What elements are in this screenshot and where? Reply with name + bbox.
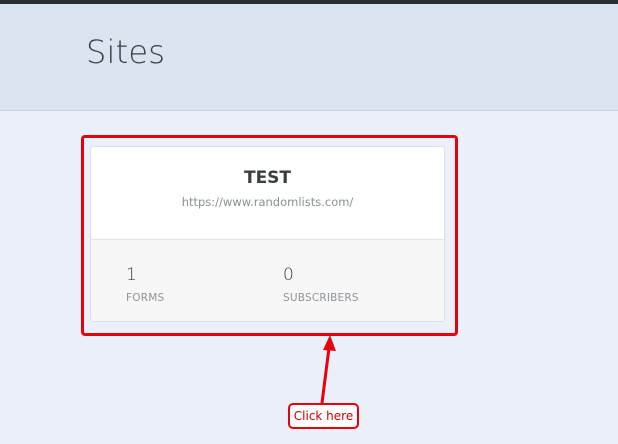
arrow-head-icon <box>323 335 336 351</box>
forms-stat: 1 FORMS <box>126 264 164 304</box>
page-header: Sites <box>0 4 618 111</box>
subscribers-count: 0 <box>283 265 294 285</box>
page-title: Sites <box>86 33 166 71</box>
subscribers-stat: 0 SUBSCRIBERS <box>283 264 359 304</box>
arrow-shaft <box>320 347 331 404</box>
site-card[interactable]: TEST https://www.randomlists.com/ 1 FORM… <box>90 146 445 322</box>
subscribers-label: SUBSCRIBERS <box>283 292 359 304</box>
forms-label: FORMS <box>126 292 165 304</box>
forms-count: 1 <box>126 265 137 285</box>
site-card-header: TEST https://www.randomlists.com/ <box>91 147 444 240</box>
site-url: https://www.randomlists.com/ <box>181 195 354 209</box>
site-name: TEST <box>243 168 292 188</box>
click-here-callout: Click here <box>288 403 359 429</box>
site-card-stats: 1 FORMS 0 SUBSCRIBERS <box>91 240 444 321</box>
